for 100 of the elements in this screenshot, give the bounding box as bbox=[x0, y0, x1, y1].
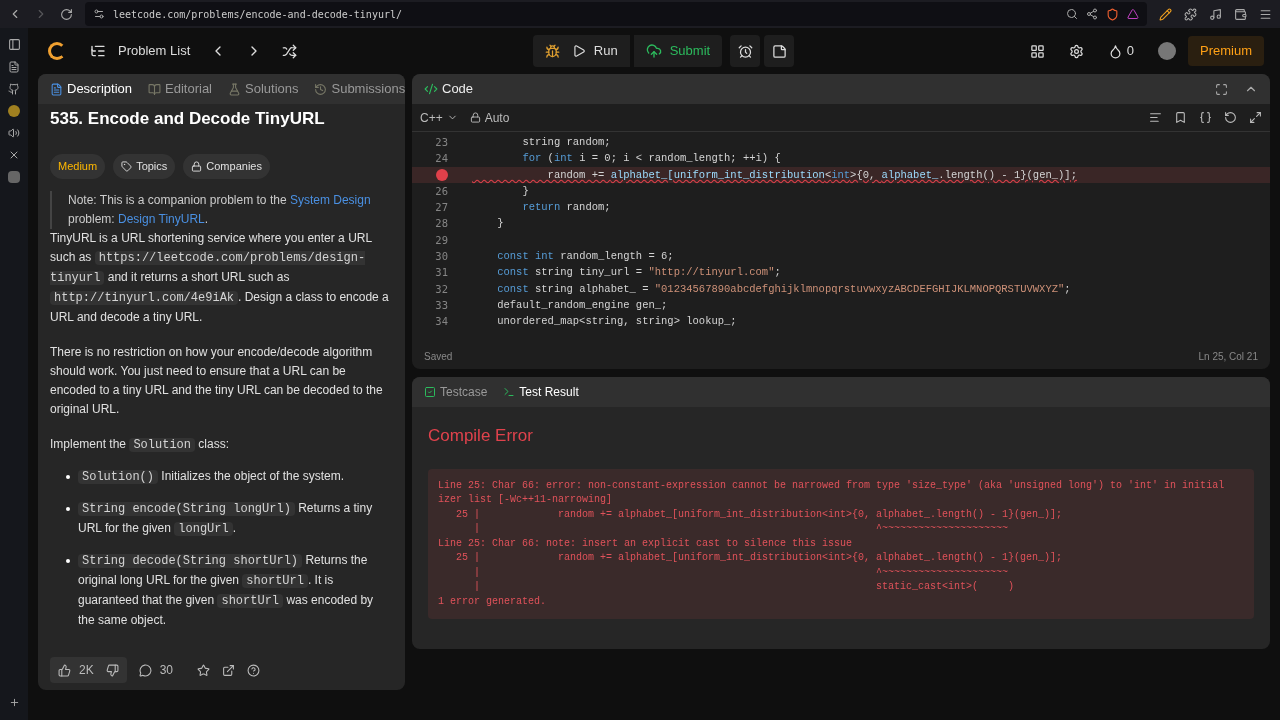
description-paragraph: TinyURL is a URL shortening service where you enter a URL such as https://leetcode.com/problems/design-tinyurl and it returns a short URL such as http://tinyurl.com/4e9iAk . Design a class to encode a URL and decode a tiny URL. bbox=[50, 230, 390, 326]
tab-icon bbox=[148, 82, 162, 96]
method-description: String decode(String shortUrl) Returns the original long URL for the given shortUrl . It is guaranteed that the given shortUrl was encoded by the same object. bbox=[78, 552, 375, 629]
reload-icon[interactable] bbox=[60, 7, 73, 21]
add-icon[interactable] bbox=[8, 697, 20, 708]
help-icon[interactable] bbox=[247, 663, 261, 677]
lock-icon bbox=[469, 112, 481, 123]
fullscreen-icon[interactable] bbox=[1215, 82, 1228, 96]
dislike-icon[interactable] bbox=[105, 663, 119, 677]
panel-tab[interactable]: Editorial bbox=[148, 79, 212, 99]
error-output: Line 25: Char 66: error: non-constant-expression cannot be narrowed from type 'size_type' (aka 'unsigned long') to 'int' in initial izer list [-Wc++11-narrowing] 25 | random += alphabet_[uniform_int_distribution<int>{0, alphabet_.length() - 1}(gen_)]; | ^~~~~~~~~~~~~~~~~~~~~~ Line 25: Char 66: note: insert an explicit cast to silence this issue 25 | random += alphabet_[uniform_int_distribution<int>{0, alphabet_.length() - 1}(gen_)]; | ^~~~~~~~~~~~~~~~~~~~~~ | static_cast<int>( ) 1 error generated. bbox=[428, 468, 1254, 619]
grid-icon[interactable] bbox=[1029, 43, 1045, 59]
tab-icon bbox=[50, 82, 63, 96]
wallet-icon[interactable] bbox=[1234, 7, 1247, 21]
debug-icon[interactable] bbox=[544, 43, 560, 59]
streak-icon[interactable] bbox=[1107, 43, 1123, 59]
lock-icon bbox=[191, 161, 203, 172]
terminal-icon bbox=[503, 386, 516, 398]
save-status: Saved bbox=[424, 349, 453, 364]
tab-icon bbox=[314, 82, 328, 96]
braces-icon[interactable] bbox=[1199, 111, 1212, 124]
music-icon[interactable] bbox=[1209, 7, 1222, 21]
checkbox-icon bbox=[424, 386, 436, 398]
upload-icon bbox=[645, 43, 662, 59]
url-text: leetcode.com/problems/encode-and-decode-tinyurl/ bbox=[113, 7, 402, 22]
method-description: Solution() Initializes the object of the system. bbox=[78, 467, 345, 487]
streak-count: 0 bbox=[1126, 42, 1134, 61]
like-count: 2K bbox=[79, 662, 94, 679]
companies-tag[interactable]: Companies bbox=[183, 154, 270, 179]
result-tab[interactable]: Testcase bbox=[424, 383, 488, 401]
zoom-icon[interactable] bbox=[1066, 8, 1078, 20]
extensions-icon[interactable] bbox=[1184, 7, 1197, 21]
topics-tag[interactable]: Topics bbox=[113, 154, 176, 179]
play-icon bbox=[571, 44, 586, 58]
inline-link[interactable]: Design TinyURL bbox=[118, 212, 205, 226]
code-line: unordered_map<string, string> lookup_; bbox=[496, 314, 737, 330]
result-tab[interactable]: Test Result bbox=[503, 383, 579, 401]
shield-icon[interactable] bbox=[1106, 7, 1119, 21]
panel-tab[interactable]: Description bbox=[50, 79, 133, 99]
site-settings-icon[interactable] bbox=[93, 8, 105, 20]
file-icon[interactable] bbox=[8, 61, 20, 73]
line-number: 24 bbox=[435, 151, 448, 167]
speaker-icon[interactable] bbox=[8, 127, 20, 139]
expand-icon[interactable] bbox=[1249, 111, 1262, 124]
comment-icon[interactable] bbox=[138, 663, 152, 677]
pencil-icon[interactable] bbox=[1159, 7, 1172, 21]
line-number: 29 bbox=[435, 232, 448, 248]
auto-mode: Auto bbox=[484, 109, 510, 127]
bullet-icon bbox=[66, 507, 70, 511]
code-line: string random; bbox=[521, 135, 611, 150]
line-number: 33 bbox=[435, 297, 448, 313]
code-line: } bbox=[496, 216, 504, 232]
like-icon[interactable] bbox=[58, 663, 71, 677]
line-number: 23 bbox=[435, 135, 448, 150]
problem-list-link[interactable]: Problem List bbox=[118, 41, 191, 61]
line-number: 26 bbox=[435, 183, 448, 199]
bullet-icon bbox=[66, 559, 70, 563]
inline-link[interactable]: System Design bbox=[289, 193, 371, 207]
share-icon[interactable] bbox=[1086, 8, 1098, 20]
line-number: 31 bbox=[435, 265, 448, 281]
reset-icon[interactable] bbox=[1224, 111, 1237, 124]
address-bar[interactable]: leetcode.com/problems/encode-and-decode-tinyurl/ bbox=[85, 2, 1147, 26]
list-icon[interactable] bbox=[90, 43, 106, 59]
line-number: 27 bbox=[435, 200, 448, 216]
sidebar-icon[interactable] bbox=[7, 38, 21, 51]
timer-icon[interactable] bbox=[737, 43, 753, 59]
menu-icon[interactable] bbox=[1259, 7, 1272, 21]
triangle-icon[interactable] bbox=[1127, 8, 1139, 20]
code-line: } bbox=[521, 183, 529, 199]
close-icon[interactable] bbox=[8, 149, 20, 161]
description-paragraph: There is no restriction on how your encode/decode algorithm should work. You just need to ensure that a URL can be encoded to a tiny URL and the tiny URL can be decoded to the original URL. bbox=[50, 344, 384, 418]
settings-icon[interactable] bbox=[1068, 43, 1084, 59]
bullet-icon bbox=[66, 475, 70, 479]
panel-tab[interactable]: Submissions bbox=[314, 79, 405, 99]
difficulty-tag: Medium bbox=[50, 154, 106, 179]
code-line: default_random_engine gen_; bbox=[496, 297, 668, 313]
shuffle-icon[interactable] bbox=[282, 43, 298, 59]
format-icon[interactable] bbox=[1149, 111, 1162, 124]
share-icon[interactable] bbox=[222, 663, 236, 677]
avatar[interactable] bbox=[1158, 42, 1176, 60]
comment-count: 30 bbox=[159, 662, 174, 679]
note-icon[interactable] bbox=[771, 43, 787, 59]
star-icon[interactable] bbox=[197, 663, 211, 677]
line-number: 32 bbox=[435, 281, 448, 297]
language-select[interactable]: C++ bbox=[420, 108, 458, 127]
error-icon bbox=[436, 168, 448, 181]
github-icon[interactable] bbox=[8, 83, 20, 95]
method-description: String encode(String longUrl) Returns a tiny URL for the given longUrl . bbox=[78, 500, 374, 538]
code-line: const string tiny_url = "http://tinyurl.com"; bbox=[496, 265, 781, 281]
description-paragraph: Implement the Solution class: bbox=[50, 436, 230, 454]
code-line: const string alphabet_ = "01234567890abcdefghijklmnopqrstuvwxyzABCDEFGHIJKLMNOPQRSTUVWXYZ"; bbox=[496, 281, 1071, 297]
code-line: return random; bbox=[521, 200, 611, 216]
submit-button[interactable]: Submit bbox=[633, 35, 723, 67]
line-number: 28 bbox=[435, 216, 448, 232]
code-line: const int random_length = 6; bbox=[496, 249, 674, 265]
code-line: for (int i = 0; i < random_length; ++i) { bbox=[521, 151, 781, 167]
bookmark-icon[interactable] bbox=[1174, 111, 1187, 124]
panel-tab[interactable]: Solutions bbox=[228, 79, 299, 99]
premium-button[interactable]: Premium bbox=[1188, 36, 1264, 66]
code-line: random += alphabet_[uniform_int_distribution<int>{0, alphabet_.length() - 1}(gen_)]; bbox=[546, 167, 1077, 183]
